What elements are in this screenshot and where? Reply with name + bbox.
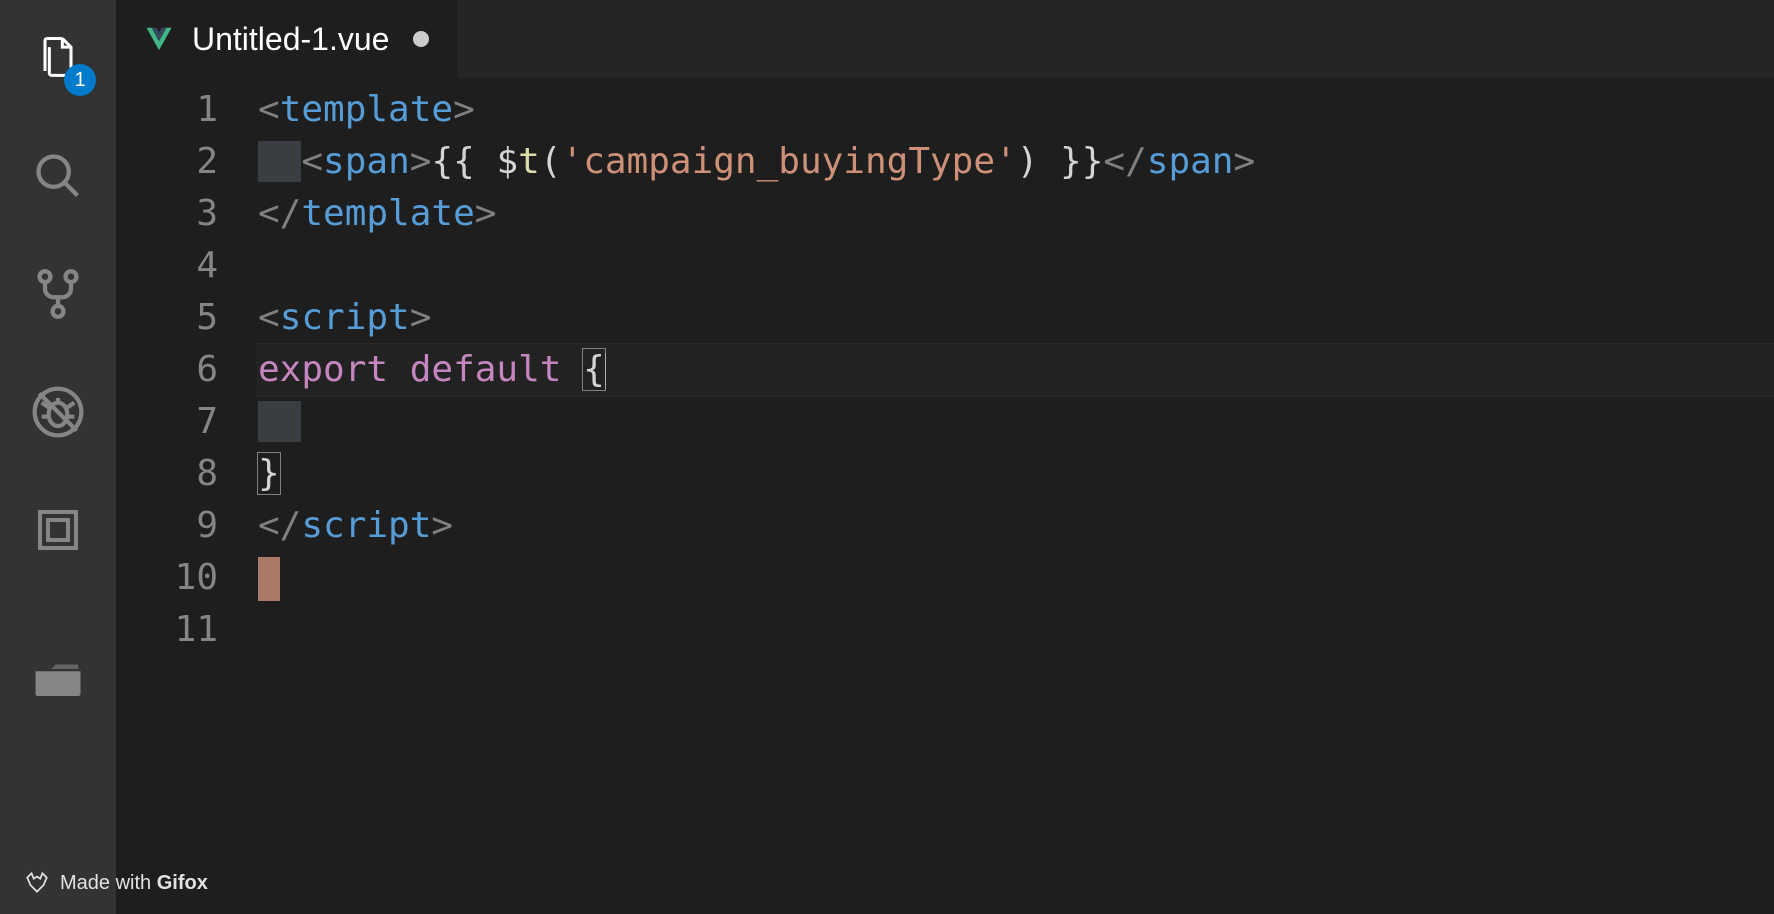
editor[interactable]: 1 2 3 4 5 6 7 8 9 10 11 <template> <span… <box>116 78 1774 914</box>
gifox-icon <box>24 870 50 896</box>
explorer-badge: 1 <box>64 64 96 96</box>
debug-icon[interactable] <box>28 382 88 442</box>
tab-title: Untitled-1.vue <box>192 21 389 58</box>
gifox-watermark: Made with Gifox <box>24 870 208 896</box>
tab-untitled-vue[interactable]: Untitled-1.vue <box>116 0 458 78</box>
error-marker <box>258 557 280 601</box>
activity-bar: 1 <box>0 0 116 914</box>
extensions-icon[interactable] <box>28 500 88 560</box>
code-line <box>258 552 1774 604</box>
code-line: <script> <box>258 292 1774 344</box>
explorer-icon[interactable]: 1 <box>28 28 88 88</box>
code-line <box>258 396 1774 448</box>
code-line: </template> <box>258 188 1774 240</box>
vue-file-icon <box>144 24 174 54</box>
tab-dirty-indicator <box>413 31 429 47</box>
code-line: <template> <box>258 84 1774 136</box>
tab-bar: Untitled-1.vue <box>116 0 1774 78</box>
code-line <box>258 240 1774 292</box>
code-line-active: export default { <box>258 344 1774 396</box>
code-line: <span>{{ $t('campaign_buyingType') }}</s… <box>258 136 1774 188</box>
code-line: } <box>258 448 1774 500</box>
code-line: </script> <box>258 500 1774 552</box>
search-icon[interactable] <box>28 146 88 206</box>
code-area[interactable]: <template> <span>{{ $t('campaign_buyingT… <box>258 84 1774 914</box>
line-number-gutter: 1 2 3 4 5 6 7 8 9 10 11 <box>116 84 258 914</box>
code-line <box>258 604 1774 656</box>
editor-group: Untitled-1.vue 1 2 3 4 5 6 7 8 9 10 11 <… <box>116 0 1774 914</box>
source-control-icon[interactable] <box>28 264 88 324</box>
folder-icon[interactable] <box>28 648 88 708</box>
